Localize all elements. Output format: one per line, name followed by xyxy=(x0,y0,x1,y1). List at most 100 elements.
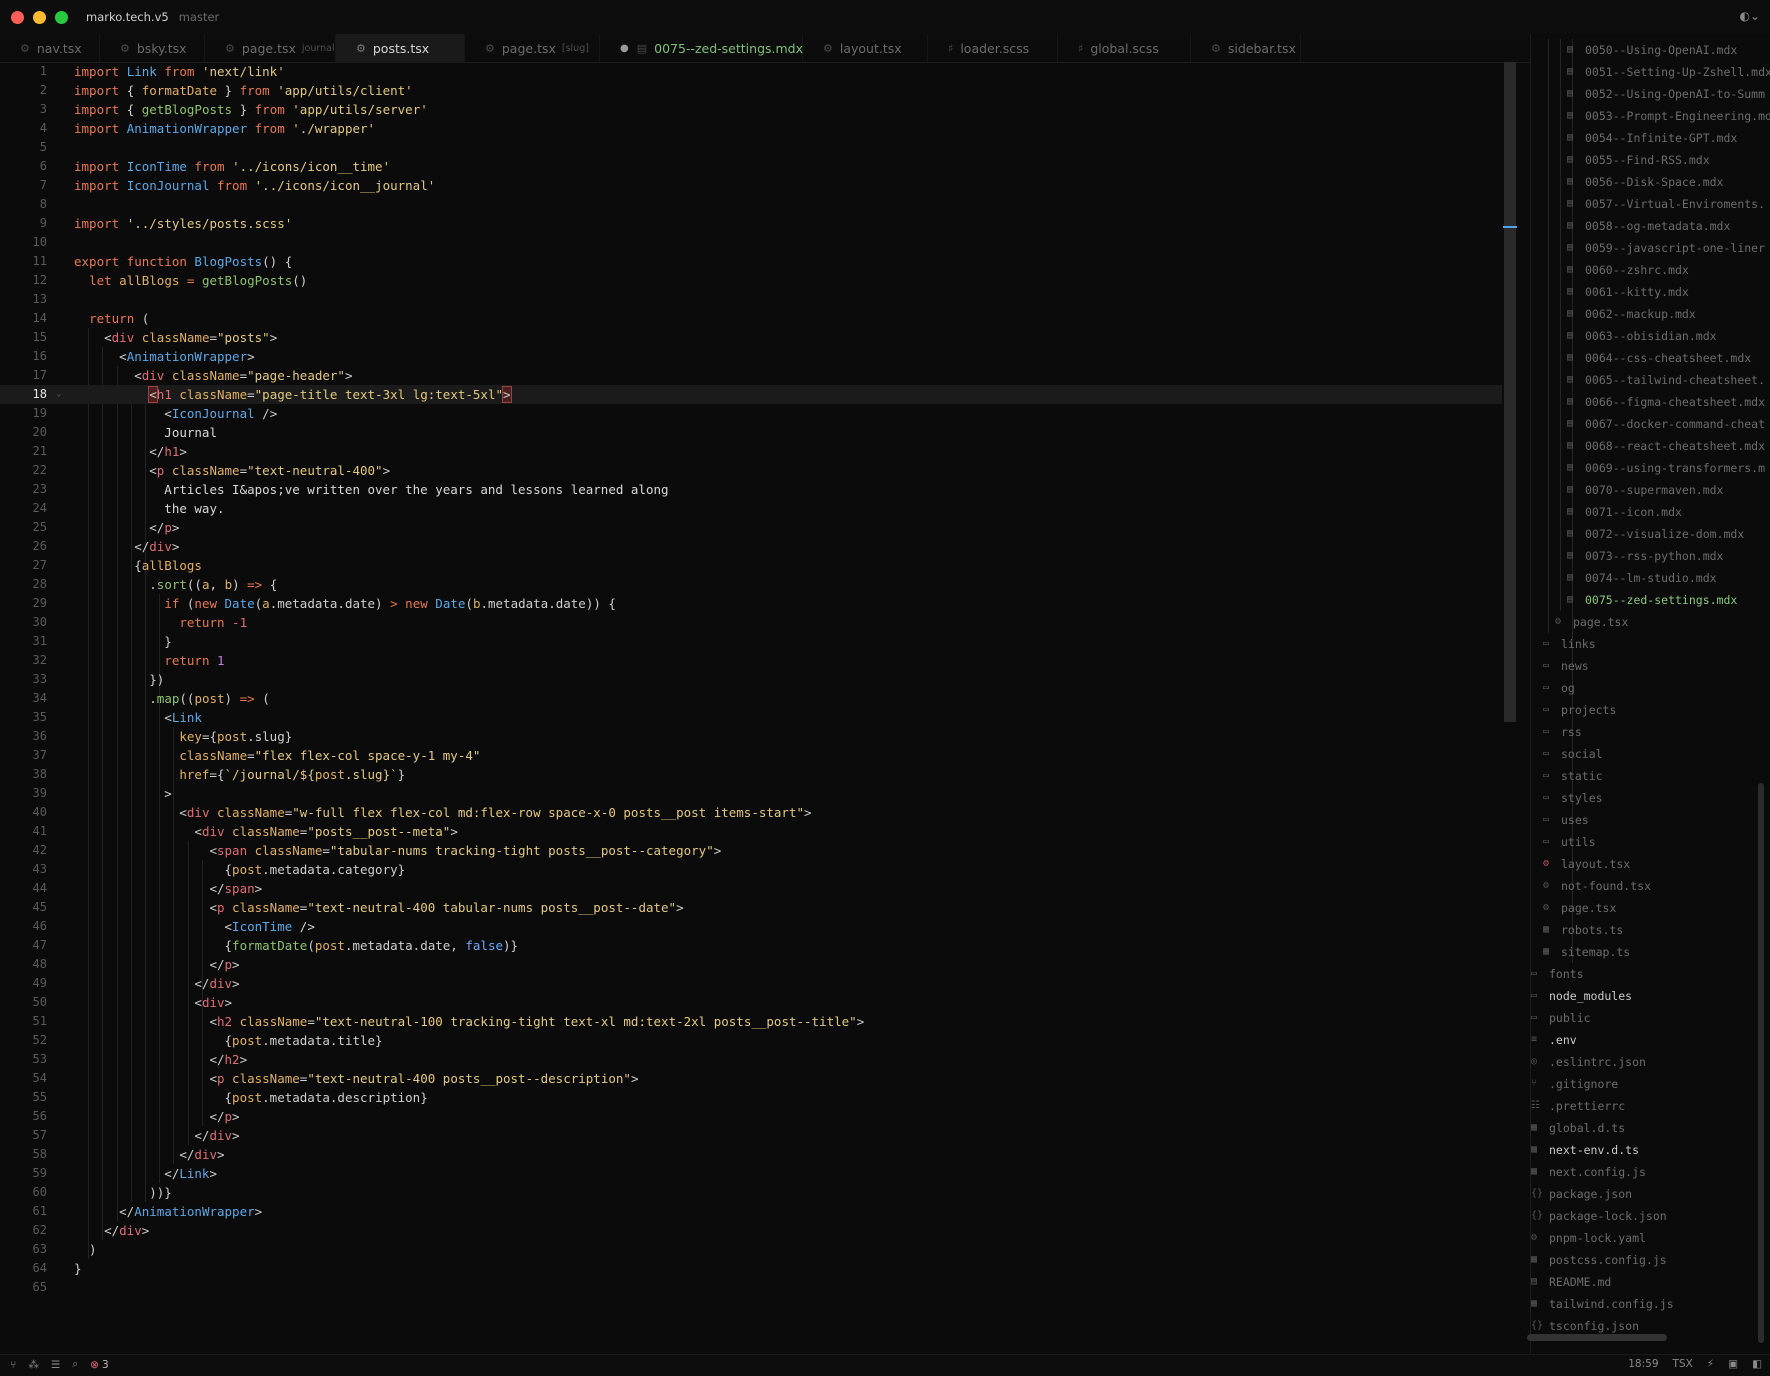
tab-global-scss[interactable]: ♯ global.scss xyxy=(1058,34,1191,62)
tab-posts-tsx[interactable]: ⚙ posts.tsx xyxy=(336,34,465,62)
line-number[interactable]: 56 xyxy=(0,1107,47,1126)
file-item[interactable]: ▤ 0063--obisidian.mdx xyxy=(1567,325,1717,347)
code-line[interactable]: 29 if (new Date(a.metadata.date) > new D… xyxy=(0,594,1502,613)
code-line[interactable]: 62 </div> xyxy=(0,1221,1502,1240)
line-number[interactable]: 61 xyxy=(0,1202,47,1221)
code-line[interactable]: 58 </div> xyxy=(0,1145,1502,1164)
line-number[interactable]: 43 xyxy=(0,860,47,879)
line-number[interactable]: 15 xyxy=(0,328,47,347)
tab-nav-tsx[interactable]: ⚙ nav.tsx xyxy=(0,34,100,62)
folder-item[interactable]: ▭ links xyxy=(1543,633,1596,655)
code-line[interactable]: 31 } xyxy=(0,632,1502,651)
line-number[interactable]: 21 xyxy=(0,442,47,461)
code-line[interactable]: 15 <div className="posts"> xyxy=(0,328,1502,347)
file-item[interactable]: ⚙ page.tsx xyxy=(1555,611,1628,633)
line-number[interactable]: 34 xyxy=(0,689,47,708)
file-item[interactable]: ▤ 0054--Infinite-GPT.mdx xyxy=(1567,127,1737,149)
file-item[interactable]: ▦ next.config.js xyxy=(1531,1161,1646,1183)
git-branch-name[interactable]: master xyxy=(179,10,220,24)
line-number[interactable]: 1 xyxy=(0,62,47,81)
code-line[interactable]: 22 <p className="text-neutral-400"> xyxy=(0,461,1502,480)
line-number[interactable]: 28 xyxy=(0,575,47,594)
code-line[interactable]: 44 </span> xyxy=(0,879,1502,898)
line-number[interactable]: 20 xyxy=(0,423,47,442)
file-item[interactable]: ▤ 0059--javascript-one-liner xyxy=(1567,237,1765,259)
file-item[interactable]: ≡ .env xyxy=(1531,1029,1577,1051)
outline-icon[interactable]: ☰ xyxy=(51,1359,60,1371)
folder-item[interactable]: ▭ fonts xyxy=(1531,963,1584,985)
code-line[interactable]: 9 import '../styles/posts.scss' xyxy=(0,214,1502,233)
close-window-button[interactable] xyxy=(11,10,24,24)
line-number[interactable]: 33 xyxy=(0,670,47,689)
code-line[interactable]: 30 return -1 xyxy=(0,613,1502,632)
code-line[interactable]: 59 </Link> xyxy=(0,1164,1502,1183)
file-item[interactable]: ▤ README.md xyxy=(1531,1271,1611,1293)
folder-item[interactable]: ▭ rss xyxy=(1543,721,1582,743)
line-number[interactable]: 65 xyxy=(0,1278,47,1297)
code-line[interactable]: 8 xyxy=(0,195,1502,214)
code-editor[interactable]: 1 import Link from 'next/link' 2 import { f… xyxy=(0,62,1522,1358)
file-item[interactable]: ⑂ .gitignore xyxy=(1531,1073,1618,1095)
file-item[interactable]: ☷ .prettierrc xyxy=(1531,1095,1625,1117)
code-line[interactable]: 14 return ( xyxy=(0,309,1502,328)
file-item[interactable]: ⚙ not-found.tsx xyxy=(1543,875,1651,897)
file-item[interactable]: ▤ 0053--Prompt-Engineering.md xyxy=(1567,105,1770,127)
code-line[interactable]: 43 {post.metadata.category} xyxy=(0,860,1502,879)
folder-item[interactable]: ▭ og xyxy=(1543,677,1575,699)
line-number[interactable]: 40 xyxy=(0,803,47,822)
line-number[interactable]: 59 xyxy=(0,1164,47,1183)
minimize-window-button[interactable] xyxy=(33,10,46,24)
code-line[interactable]: 53 </h2> xyxy=(0,1050,1502,1069)
maximize-window-button[interactable] xyxy=(55,10,68,24)
contrast-icon[interactable]: ◐⌄ xyxy=(1739,9,1760,23)
line-number[interactable]: 16 xyxy=(0,347,47,366)
git-branch-icon[interactable]: ⑂ xyxy=(10,1359,16,1371)
file-item[interactable]: ▤ 0070--supermaven.mdx xyxy=(1567,479,1723,501)
line-number[interactable]: 55 xyxy=(0,1088,47,1107)
line-number[interactable]: 36 xyxy=(0,727,47,746)
line-number[interactable]: 54 xyxy=(0,1069,47,1088)
line-number[interactable]: 49 xyxy=(0,974,47,993)
line-number[interactable]: 31 xyxy=(0,632,47,651)
code-line[interactable]: 35 <Link xyxy=(0,708,1502,727)
tab-bsky-tsx[interactable]: ⚙ bsky.tsx xyxy=(100,34,205,62)
tab-0075-zed-settings-mdx[interactable]: ● ▤ 0075--zed-settings.mdx xyxy=(600,34,803,62)
line-number[interactable]: 30 xyxy=(0,613,47,632)
code-line[interactable]: 37 className="flex flex-col space-y-1 my… xyxy=(0,746,1502,765)
code-line[interactable]: 56 </p> xyxy=(0,1107,1502,1126)
code-line[interactable]: 61 </AnimationWrapper> xyxy=(0,1202,1502,1221)
line-number[interactable]: 63 xyxy=(0,1240,47,1259)
file-item[interactable]: ▤ 0061--kitty.mdx xyxy=(1567,281,1689,303)
file-item[interactable]: ▤ 0069--using-transformers.m xyxy=(1567,457,1765,479)
line-number[interactable]: 6 xyxy=(0,157,47,176)
file-item[interactable]: ◎ .eslintrc.json xyxy=(1531,1051,1646,1073)
file-item[interactable]: ▤ 0056--Disk-Space.mdx xyxy=(1567,171,1723,193)
line-number[interactable]: 27 xyxy=(0,556,47,575)
diagnostics-button[interactable]: ⊗ 3 xyxy=(90,1359,109,1371)
file-item[interactable]: {} package.json xyxy=(1531,1183,1632,1205)
line-number[interactable]: 9 xyxy=(0,214,47,233)
code-line[interactable]: 27 {allBlogs xyxy=(0,556,1502,575)
code-line[interactable]: 5 xyxy=(0,138,1502,157)
panel-icon[interactable]: ◧ xyxy=(1752,1358,1762,1370)
file-item[interactable]: ▤ 0050--Using-OpenAI.mdx xyxy=(1567,39,1737,61)
code-line[interactable]: 25 </p> xyxy=(0,518,1502,537)
file-item[interactable]: ▤ 0071--icon.mdx xyxy=(1567,501,1682,523)
line-number[interactable]: 38 xyxy=(0,765,47,784)
file-item[interactable]: ▤ 0052--Using-OpenAI-to-Summ xyxy=(1567,83,1765,105)
code-line[interactable]: 6 import IconTime from '../icons/icon__ti… xyxy=(0,157,1502,176)
line-number[interactable]: 14 xyxy=(0,309,47,328)
file-item[interactable]: ▤ 0073--rss-python.mdx xyxy=(1567,545,1723,567)
tab-page-tsx[interactable]: ⚙ page.tsx [slug] xyxy=(465,34,600,62)
code-line[interactable]: 2 import { formatDate } from 'app/utils/c… xyxy=(0,81,1502,100)
line-number[interactable]: 42 xyxy=(0,841,47,860)
line-number[interactable]: 62 xyxy=(0,1221,47,1240)
code-line[interactable]: 47 {formatDate(post.metadata.date, false… xyxy=(0,936,1502,955)
line-number[interactable]: 50 xyxy=(0,993,47,1012)
tab-layout-tsx[interactable]: ⚙ layout.tsx xyxy=(803,34,928,62)
code-line[interactable]: 12 let allBlogs = getBlogPosts() xyxy=(0,271,1502,290)
line-number[interactable]: 3 xyxy=(0,100,47,119)
file-item[interactable]: ▤ 0074--lm-studio.mdx xyxy=(1567,567,1717,589)
file-item[interactable]: ▤ 0065--tailwind-cheatsheet. xyxy=(1567,369,1765,391)
code-line[interactable]: 55 {post.metadata.description} xyxy=(0,1088,1502,1107)
